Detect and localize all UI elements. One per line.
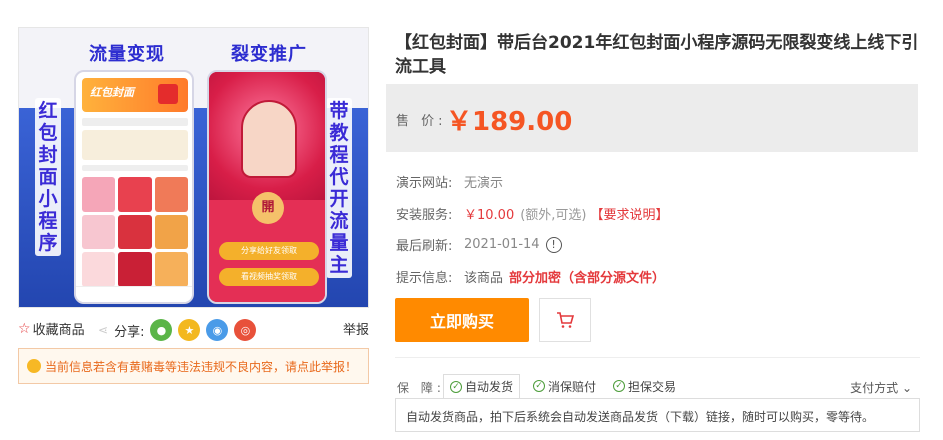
star-icon: ☆: [18, 320, 31, 337]
poster-side-text-right: 带教程代开流量主: [326, 98, 352, 278]
tip-prefix: 该商品: [464, 271, 504, 286]
install-requirements-link[interactable]: 【要求说明】: [591, 204, 669, 223]
product-image[interactable]: 流量变现 裂变推广 红包封面小程序 带教程代开流量主 红包封面 開 分享给好友领…: [19, 28, 368, 307]
price-label: 售 价:: [396, 114, 447, 129]
install-row: 安装服务: ￥10.00 (额外,可选) 【要求说明】: [396, 204, 669, 223]
buy-now-button[interactable]: 立即购买: [395, 298, 529, 342]
share-group: ⋖ 分享: ● ★ ◉ ◎: [98, 319, 257, 341]
tab-escrow[interactable]: ✓ 担保交易: [607, 374, 682, 398]
share-label: 分享:: [114, 324, 145, 340]
check-icon: ✓: [450, 380, 462, 393]
open-seal: 開: [252, 192, 284, 224]
add-to-cart-button[interactable]: [539, 298, 591, 342]
qzone-icon[interactable]: ★: [178, 319, 201, 341]
refresh-value: 2021-01-14: [464, 237, 540, 252]
price-box: 售 价: ￥189.00: [386, 84, 918, 152]
report-notice[interactable]: 当前信息若含有黄赌毒等违法违规不良内容，请点此举报！: [18, 348, 369, 384]
notice-text: 当前信息若含有黄赌毒等违法违规不良内容，请点此举报！: [45, 359, 358, 374]
tab-auto-delivery[interactable]: ✓ 自动发货: [443, 374, 521, 398]
share-claim-pill: 分享给好友领取: [219, 242, 319, 260]
favorite-label: 收藏商品: [32, 323, 85, 338]
video-claim-pill: 看视频抽奖领取: [219, 268, 319, 286]
price-value: ￥189.00: [446, 107, 573, 137]
lightbulb-icon: [27, 359, 41, 373]
report-link[interactable]: 举报: [343, 319, 369, 338]
share-icon: ⋖: [98, 323, 109, 337]
product-gallery[interactable]: 流量变现 裂变推广 红包封面小程序 带教程代开流量主 红包封面 開 分享给好友领…: [18, 27, 369, 308]
phone-mockup-list: 红包封面: [74, 70, 194, 304]
chevron-down-icon: ⌄: [901, 381, 912, 395]
demo-value: 无演示: [464, 176, 504, 191]
poster-headline-right: 裂变推广: [231, 44, 307, 65]
product-page: 流量变现 裂变推广 红包封面小程序 带教程代开流量主 红包封面 開 分享给好友领…: [0, 0, 943, 440]
cover-illustration: [241, 100, 297, 178]
qq-icon[interactable]: ◉: [206, 319, 229, 341]
divider: [395, 357, 920, 358]
tip-row: 提示信息: 该商品 部分加密（含部分源文件）: [396, 267, 665, 286]
tip-encryption: 部分加密（含部分源文件）: [509, 271, 666, 286]
product-title: 【红包封面】带后台2021年红包封面小程序源码无限裂变线上线下引流工具: [395, 33, 919, 77]
install-label: 安装服务:: [396, 208, 453, 223]
cart-icon: [557, 312, 575, 328]
phone-cover-grid: [82, 177, 188, 287]
tab-consumer-protection[interactable]: ✓ 消保赔付: [527, 374, 602, 398]
share-bar: ☆ 收藏商品 ⋖ 分享: ● ★ ◉ ◎ 举报: [18, 316, 369, 341]
phone-mockup-envelope: 開 分享给好友领取 看视频抽奖领取: [207, 70, 327, 304]
weibo-icon[interactable]: ◎: [234, 319, 257, 341]
guarantee-bar: 保 障: ✓ 自动发货 ✓ 消保赔付 ✓ 担保交易 支付方式 ⌄: [395, 373, 920, 399]
guarantee-description: 自动发货商品，拍下后系统会自动发送商品发货（下载）链接，随时可以购买，零等待。: [395, 398, 920, 432]
payment-methods-dropdown[interactable]: 支付方式 ⌄: [850, 379, 912, 396]
phone-banner: 红包封面: [82, 78, 188, 112]
guarantee-label: 保 障:: [397, 381, 445, 395]
check-icon: ✓: [613, 380, 625, 392]
poster-headline-left: 流量变现: [89, 44, 165, 65]
demo-label: 演示网站:: [396, 176, 453, 191]
favorite-button[interactable]: ☆ 收藏商品: [18, 319, 85, 339]
info-icon[interactable]: !: [545, 236, 562, 253]
poster-side-text-left: 红包封面小程序: [35, 98, 61, 256]
refresh-label: 最后刷新:: [396, 239, 453, 254]
wechat-icon[interactable]: ●: [150, 319, 173, 341]
install-price: ￥10.00: [464, 208, 515, 223]
install-note: (额外,可选): [520, 208, 587, 223]
demo-row: 演示网站: 无演示: [396, 172, 503, 191]
refresh-row: 最后刷新: 2021-01-14 !: [396, 235, 562, 254]
tip-label: 提示信息:: [396, 271, 453, 286]
check-icon: ✓: [533, 380, 545, 392]
